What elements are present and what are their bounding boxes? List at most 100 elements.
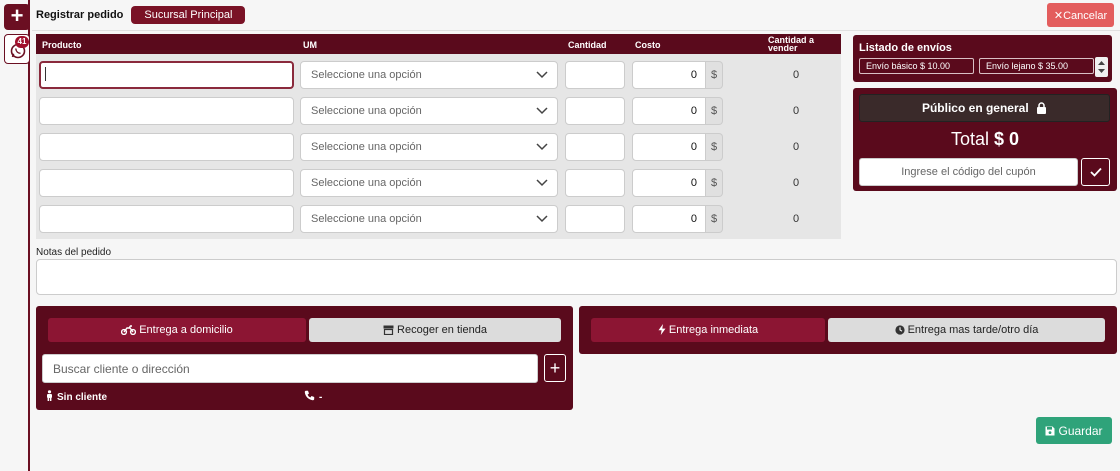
product-input[interactable]: [39, 97, 294, 125]
tab-store-pickup[interactable]: Recoger en tienda: [309, 318, 561, 342]
column-product: Producto: [42, 40, 82, 50]
add-icon[interactable]: +: [4, 4, 30, 30]
notification-badge: 41: [15, 36, 29, 48]
page-title: Registrar pedido: [36, 9, 124, 21]
client-search-input[interactable]: Buscar cliente o dirección: [42, 354, 538, 383]
text-caret: [45, 67, 46, 81]
table-row: Seleccione una opción 0 $ 0: [36, 169, 841, 199]
chevron-down-icon: [536, 143, 548, 151]
shipping-list: Listado de envíos Envío básico $ 10.00 E…: [853, 35, 1112, 82]
general-public-label: Público en general: [921, 101, 1029, 115]
qty-to-sell-value: 0: [792, 69, 800, 81]
add-client-button[interactable]: +: [544, 354, 566, 382]
um-select-label: Seleccione una opción: [311, 177, 422, 189]
order-page: + 41 Registrar pedido Sucursal Principal…: [0, 0, 1120, 471]
spinner-arrows-icon: [1098, 61, 1105, 73]
shipping-scroll-spinner[interactable]: [1095, 57, 1108, 77]
shipping-option-basic[interactable]: Envío básico $ 10.00: [859, 58, 974, 74]
check-icon: [1090, 167, 1102, 177]
page-header: Registrar pedido Sucursal Principal: [36, 6, 246, 24]
quantity-input[interactable]: [565, 169, 625, 197]
person-icon: [47, 390, 52, 401]
cost-input[interactable]: 0: [632, 169, 706, 197]
client-info: Sin cliente: [46, 389, 107, 403]
tab-immediate-delivery[interactable]: Entrega inmediata: [591, 318, 825, 342]
currency-addon: $: [706, 133, 723, 161]
branch-badge[interactable]: Sucursal Principal: [131, 6, 246, 24]
cancel-label: Cancelar: [1063, 9, 1108, 22]
quantity-input[interactable]: [565, 97, 625, 125]
client-label: Sin cliente: [57, 392, 108, 403]
quantity-input[interactable]: [565, 133, 625, 161]
cost-input[interactable]: 0: [632, 133, 706, 161]
chevron-down-icon: [536, 215, 548, 223]
um-select[interactable]: Seleccione una opción: [300, 61, 558, 89]
products-table-header: Producto UM Cantidad Costo Cantidad a ve…: [36, 34, 841, 54]
chevron-down-icon: [536, 179, 548, 187]
apply-coupon-button[interactable]: [1081, 158, 1110, 186]
client-phone-value: -: [319, 392, 323, 403]
quantity-input[interactable]: [565, 205, 625, 233]
column-qty-to-sell: Cantidad a vender: [768, 35, 815, 53]
customer-panel: Público en general Total $ 0 Ingrese el …: [853, 88, 1117, 191]
table-row: Seleccione una opción 0 $ 0: [36, 97, 841, 127]
um-select-label: Seleccione una opción: [311, 105, 422, 117]
coupon-input[interactable]: Ingrese el código del cupón: [859, 158, 1078, 186]
whatsapp-button[interactable]: 41: [4, 34, 30, 64]
header-divider: [32, 30, 1120, 31]
cost-input[interactable]: 0: [632, 61, 706, 89]
lock-icon: [1037, 102, 1047, 114]
bolt-icon: [658, 324, 666, 335]
um-select-label: Seleccione una opción: [311, 213, 422, 225]
table-row: Seleccione una opción 0 $ 0: [36, 61, 841, 91]
chevron-down-icon: [536, 107, 548, 115]
clock-icon: [894, 325, 905, 335]
um-select-label: Seleccione una opción: [311, 141, 422, 153]
delivery-panel: Entrega a domicilio Recoger en tienda Bu…: [36, 306, 573, 410]
qty-to-sell-value: 0: [792, 177, 800, 189]
um-select[interactable]: Seleccione una opción: [300, 169, 558, 197]
column-quantity: Cantidad: [568, 40, 607, 50]
notes-label: Notas del pedido: [36, 247, 112, 258]
phone-icon: [304, 390, 315, 401]
um-select-label: Seleccione una opción: [311, 69, 422, 81]
client-phone: -: [304, 389, 322, 403]
product-input[interactable]: [39, 133, 294, 161]
column-um: UM: [303, 40, 317, 50]
products-table: Producto UM Cantidad Costo Cantidad a ve…: [36, 34, 841, 239]
notes-textarea[interactable]: [36, 259, 1117, 295]
delivery-time-panel: Entrega inmediata Entrega mas tarde/otro…: [579, 306, 1117, 354]
tab-home-delivery[interactable]: Entrega a domicilio: [48, 318, 306, 342]
qty-to-sell-value: 0: [792, 141, 800, 153]
store-icon: [383, 325, 394, 336]
um-select[interactable]: Seleccione una opción: [300, 205, 558, 233]
total-value: $ 0: [994, 129, 1020, 149]
tab-later-delivery[interactable]: Entrega mas tarde/otro día: [828, 318, 1105, 342]
um-select[interactable]: Seleccione una opción: [300, 97, 558, 125]
qty-to-sell-value: 0: [792, 105, 800, 117]
motorcycle-icon: [121, 325, 137, 336]
order-total: Total $ 0: [853, 129, 1117, 150]
table-row: Seleccione una opción 0 $ 0: [36, 133, 841, 163]
cost-input[interactable]: 0: [632, 97, 706, 125]
currency-addon: $: [706, 97, 723, 125]
cancel-button[interactable]: ✕Cancelar: [1047, 3, 1114, 27]
save-button[interactable]: Guardar: [1036, 417, 1112, 444]
currency-addon: $: [706, 205, 723, 233]
qty-to-sell-value: 0: [792, 213, 800, 225]
total-label: Total: [950, 129, 989, 149]
shipping-list-title: Listado de envíos: [859, 42, 952, 54]
product-input[interactable]: [39, 169, 294, 197]
product-input[interactable]: [39, 205, 294, 233]
table-row: Seleccione una opción 0 $ 0: [36, 205, 841, 235]
tab-store-pickup-label: Recoger en tienda: [397, 324, 487, 336]
shipping-option-far[interactable]: Envío lejano $ 35.00: [979, 58, 1094, 74]
general-public-button[interactable]: Público en general: [859, 94, 1110, 122]
save-label: Guardar: [1058, 423, 1103, 438]
product-input[interactable]: [39, 61, 294, 89]
cost-input[interactable]: 0: [632, 205, 706, 233]
quantity-input[interactable]: [565, 61, 625, 89]
chevron-down-icon: [536, 71, 548, 79]
left-rail: + 41: [0, 0, 30, 471]
um-select[interactable]: Seleccione una opción: [300, 133, 558, 161]
